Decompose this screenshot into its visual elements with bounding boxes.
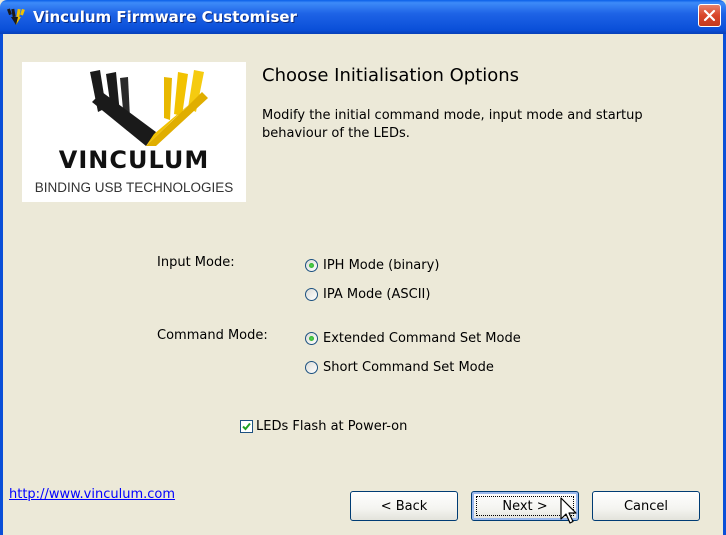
window-frame-left: [0, 34, 3, 535]
close-icon: [703, 9, 716, 22]
page-description: Modify the initial command mode, input m…: [262, 108, 643, 141]
back-button-label: < Back: [380, 498, 428, 514]
radio-button[interactable]: [305, 360, 318, 374]
input-mode-label: Input Mode:: [157, 255, 235, 270]
logo-wordmark: VINCULUM: [58, 146, 210, 174]
title-bar[interactable]: Vinculum Firmware Customiser: [0, 0, 726, 34]
radio-iph-mode[interactable]: IPH Mode (binary): [305, 255, 439, 275]
cancel-button-label: Cancel: [623, 498, 669, 514]
radio-selected-dot: [309, 262, 314, 268]
back-button[interactable]: < Back: [350, 491, 458, 521]
radio-selected-dot: [309, 335, 314, 341]
logo-tagline: BINDING USB TECHNOLOGIES: [34, 180, 234, 195]
close-button[interactable]: [698, 4, 721, 27]
radio-button[interactable]: [305, 331, 318, 345]
checkmark-icon: [242, 422, 251, 430]
radio-short-command-set[interactable]: Short Command Set Mode: [305, 357, 494, 377]
radio-label[interactable]: Extended Command Set Mode: [323, 331, 521, 346]
checkbox[interactable]: [240, 419, 253, 433]
vinculum-logo-mark: [90, 70, 208, 146]
command-mode-label: Command Mode:: [157, 328, 268, 343]
leds-flash-checkbox[interactable]: LEDs Flash at Power-on: [240, 416, 407, 436]
radio-button[interactable]: [305, 258, 318, 272]
radio-button[interactable]: [305, 287, 318, 301]
window-title: Vinculum Firmware Customiser: [33, 8, 297, 26]
radio-ipa-mode[interactable]: IPA Mode (ASCII): [305, 284, 430, 304]
page-title: Choose Initialisation Options: [262, 65, 520, 86]
checkbox-label[interactable]: LEDs Flash at Power-on: [256, 419, 407, 434]
radio-label[interactable]: IPH Mode (binary): [323, 258, 439, 273]
cancel-button[interactable]: Cancel: [592, 491, 700, 521]
mouse-pointer-icon: [560, 497, 577, 524]
radio-label[interactable]: Short Command Set Mode: [323, 360, 494, 375]
radio-label[interactable]: IPA Mode (ASCII): [323, 287, 430, 302]
vinculum-website-link[interactable]: http://www.vinculum.com: [9, 487, 175, 502]
vinculum-app-icon[interactable]: [7, 8, 25, 26]
radio-extended-command-set[interactable]: Extended Command Set Mode: [305, 328, 521, 348]
vinculum-logo: VINCULUM BINDING USB TECHNOLOGIES: [22, 62, 246, 202]
